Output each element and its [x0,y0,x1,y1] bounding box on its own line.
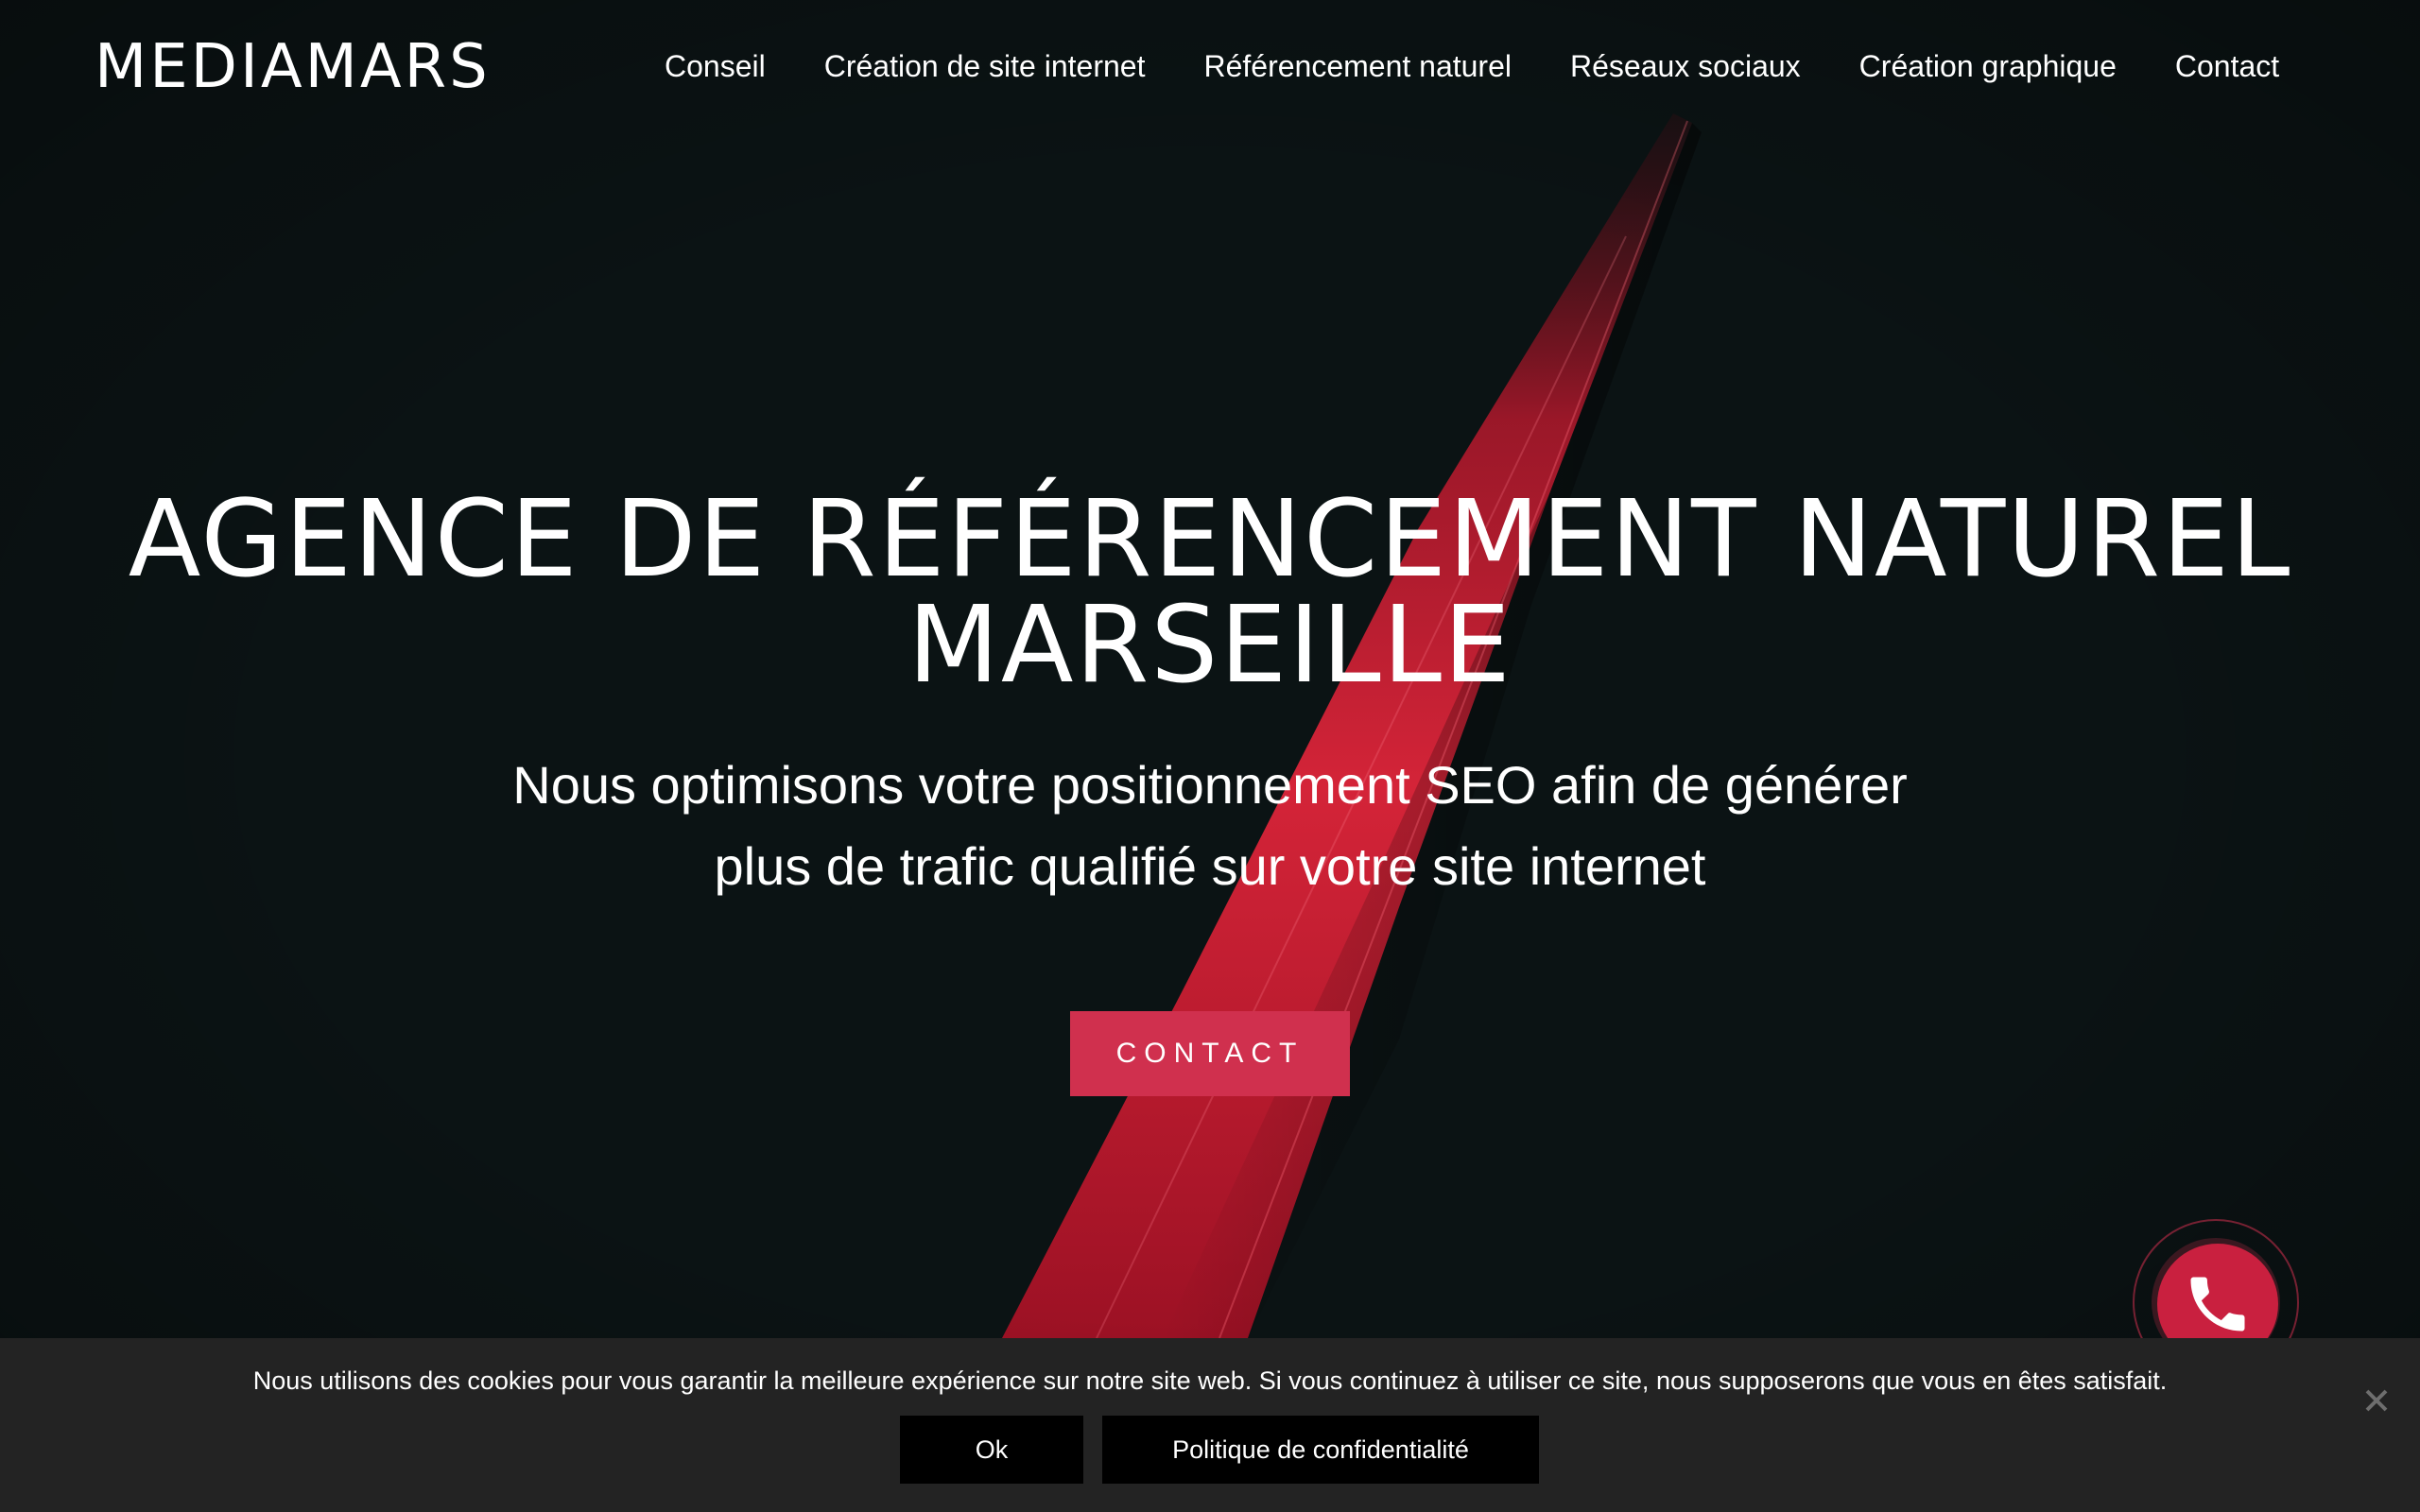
nav-item-contact[interactable]: Contact [2175,49,2279,84]
nav-item-reseaux-sociaux[interactable]: Réseaux sociaux [1570,49,1801,84]
nav-item-referencement-naturel[interactable]: Référencement naturel [1203,49,1512,84]
main-nav: Conseil Création de site internet Référe… [665,49,2279,84]
privacy-policy-button[interactable]: Politique de confidentialité [1102,1416,1539,1484]
phone-icon [2190,1277,2245,1332]
cookie-notice-text: Nous utilisons des cookies pour vous gar… [252,1366,2168,1395]
hero-subtitle-line-2: plus de trafic qualifié sur votre site i… [714,836,1706,896]
cookie-consent-bar: Nous utilisons des cookies pour vous gar… [0,1338,2420,1512]
hero-title-line-1: AGENCE DE RÉFÉRENCEMENT NATUREL [128,478,2292,601]
hero-title-line-2: MARSEILLE [908,584,1512,707]
contact-cta-button[interactable]: CONTACT [1070,1011,1350,1096]
hero-title: AGENCE DE RÉFÉRENCEMENT NATUREL MARSEILL… [0,487,2420,698]
nav-item-creation-site-internet[interactable]: Création de site internet [824,49,1146,84]
nav-item-conseil[interactable]: Conseil [665,49,766,84]
page: MEDIAMARS Conseil Création de site inter… [0,0,2420,1512]
close-icon[interactable] [2358,1382,2395,1419]
hero-subtitle-line-1: Nous optimisons votre positionnement SEO… [512,755,1908,815]
hero-subtitle: Nous optimisons votre positionnement SEO… [0,745,2420,907]
cookie-ok-button[interactable]: Ok [900,1416,1083,1484]
nav-item-creation-graphique[interactable]: Création graphique [1859,49,2117,84]
site-logo[interactable]: MEDIAMARS [95,32,491,102]
site-header: MEDIAMARS Conseil Création de site inter… [0,0,2420,142]
close-icon-glyph [2365,1389,2388,1412]
